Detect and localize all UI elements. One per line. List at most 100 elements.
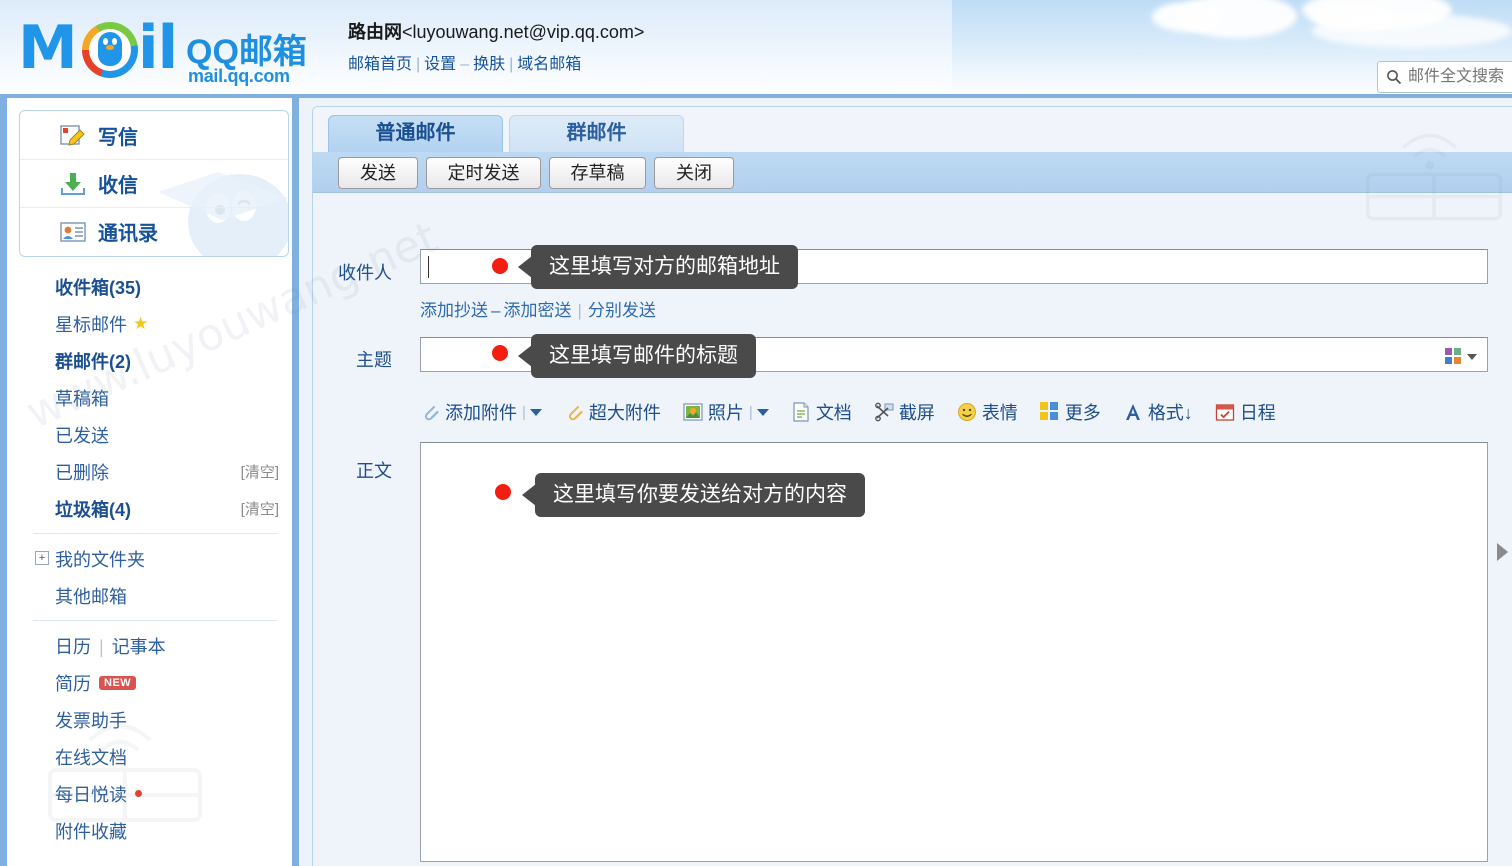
tool-separator: | [99, 636, 104, 657]
cloud-decoration [1152, 2, 1222, 32]
smiley-icon [957, 402, 977, 422]
tool-attachment-favorites[interactable]: 附件收藏 [19, 812, 287, 849]
photo-icon [683, 402, 703, 422]
folder-trash[interactable]: 垃圾箱(4) [清空] [19, 490, 287, 527]
link-skin[interactable]: 换肤 [473, 56, 505, 73]
send-separately-link[interactable]: 分别发送 [588, 301, 656, 320]
compose-toolbar: 发送 定时发送 存草稿 关闭 [313, 152, 1512, 193]
document-button[interactable]: 文档 [791, 399, 852, 425]
annotation-dot-subject [492, 345, 508, 361]
template-squares-icon[interactable] [1445, 348, 1477, 365]
screenshot-button[interactable]: 截屏 [874, 399, 935, 425]
tool-resume-label: 简历 [55, 673, 91, 694]
emoji-label: 表情 [981, 403, 1018, 423]
folder-group-mail-label: 群邮件(2) [55, 351, 131, 372]
folder-inbox[interactable]: 收件箱(35) [19, 268, 287, 305]
penguin-icon [98, 32, 122, 66]
more-button[interactable]: 更多 [1039, 399, 1101, 425]
annotation-callout-body: 这里填写你要发送给对方的内容 [522, 473, 865, 517]
expand-plus-icon[interactable]: + [35, 551, 49, 565]
folder-deleted[interactable]: 已删除 [清空] [19, 453, 287, 490]
tool-invoice-label: 发票助手 [55, 710, 127, 731]
tool-attachment-favorites-label: 附件收藏 [55, 821, 127, 842]
send-button[interactable]: 发送 [338, 157, 418, 189]
add-bcc-link[interactable]: 添加密送 [503, 301, 571, 320]
tools-calendar-notes[interactable]: 日历 | 记事本 [19, 627, 287, 664]
link-dash: – [460, 56, 470, 73]
annotation-dot-body [495, 484, 511, 500]
attach-file-button[interactable]: 添加附件 | [420, 399, 542, 425]
tool-notes-label[interactable]: 记事本 [112, 637, 166, 657]
more-label: 更多 [1064, 403, 1101, 423]
folder-sent[interactable]: 已发送 [19, 416, 287, 453]
sidebar-item-receive-label: 收信 [98, 175, 138, 197]
panel-expand-arrow-icon[interactable] [1497, 543, 1508, 561]
link-mail-home[interactable]: 邮箱首页 [348, 56, 412, 73]
account-display: 路由网<luyouwang.net@vip.qq.com> [348, 18, 644, 44]
sidebar-item-compose-label: 写信 [98, 126, 138, 149]
large-attachment-button[interactable]: 超大附件 [564, 399, 661, 425]
folder-drafts[interactable]: 草稿箱 [19, 379, 287, 416]
folder-group-mail[interactable]: 群邮件(2) [19, 342, 287, 379]
link-domain-mail[interactable]: 域名邮箱 [517, 56, 581, 73]
chevron-down-icon[interactable] [529, 408, 542, 416]
link-settings[interactable]: 设置 [424, 56, 456, 73]
format-button[interactable]: 格式↓ [1123, 399, 1193, 425]
document-label: 文档 [815, 403, 852, 423]
schedule-button[interactable]: 日程 [1215, 399, 1276, 425]
to-label: 收件人 [338, 263, 392, 283]
tool-resume[interactable]: 简历 NEW [19, 664, 287, 701]
qq-mail-logo[interactable]: M il QQ邮箱 mail.qq.com [18, 13, 328, 86]
grid-squares-icon [1039, 402, 1060, 422]
tool-online-docs-label: 在线文档 [55, 747, 127, 768]
body-label: 正文 [356, 461, 392, 481]
sidebar-item-receive[interactable]: 收信 [20, 159, 288, 207]
attach-file-label: 添加附件 [445, 403, 517, 423]
annotation-callout-subject: 这里填写邮件的标题 [518, 334, 756, 378]
tool-calendar-notes: 日历 | 记事本 [55, 633, 166, 659]
sidebar: 写信 收信 通讯录 收件箱(35) 星标邮件 ★ 群邮件(2) 草稿箱 已发送 … [0, 98, 292, 866]
tool-invoice-assistant[interactable]: 发票助手 [19, 701, 287, 738]
logo-letter-m: M [18, 13, 78, 83]
tab-normal-mail[interactable]: 普通邮件 [328, 115, 503, 152]
page-header: M il QQ邮箱 mail.qq.com 路由网<luyouwang.net@… [0, 0, 1512, 98]
folder-other-mailbox-label: 其他邮箱 [55, 586, 127, 607]
screenshot-label: 截屏 [898, 403, 935, 423]
folder-trash-clear[interactable]: [清空] [241, 498, 279, 519]
compose-tabs: 普通邮件 群邮件 [313, 107, 1512, 152]
toolbar-separator: | [522, 403, 526, 421]
tab-group-mail[interactable]: 群邮件 [509, 115, 684, 152]
tool-calendar-label[interactable]: 日历 [55, 637, 91, 657]
search-box[interactable] [1377, 61, 1512, 93]
photo-button[interactable]: 照片 | [683, 399, 769, 425]
search-input[interactable] [1406, 67, 1512, 87]
schedule-label: 日程 [1239, 403, 1276, 423]
link-separator: | [416, 56, 421, 73]
folder-other-mailbox[interactable]: 其他邮箱 [19, 577, 287, 614]
document-icon [791, 402, 811, 422]
emoji-button[interactable]: 表情 [957, 399, 1018, 425]
header-links: 邮箱首页 | 设置 – 换肤 | 域名邮箱 [348, 50, 581, 74]
folder-deleted-clear[interactable]: [清空] [241, 461, 279, 482]
tool-online-docs[interactable]: 在线文档 [19, 738, 287, 775]
paperclip-icon [564, 402, 584, 422]
new-badge: NEW [99, 675, 137, 690]
folder-trash-label: 垃圾箱(4) [55, 499, 131, 520]
sidebar-item-contacts[interactable]: 通讯录 [20, 207, 288, 255]
folder-inbox-label: 收件箱(35) [55, 277, 142, 298]
close-button[interactable]: 关闭 [654, 157, 734, 189]
folder-starred[interactable]: 星标邮件 ★ [19, 305, 287, 342]
account-email: <luyouwang.net@vip.qq.com> [402, 22, 645, 42]
sublink-separator: | [577, 301, 582, 320]
schedule-send-button[interactable]: 定时发送 [426, 157, 541, 189]
inbox-download-icon [60, 171, 86, 197]
tool-daily-reading[interactable]: 每日悦读 [19, 775, 287, 812]
save-draft-button[interactable]: 存草稿 [549, 157, 646, 189]
folder-my-folders-label: 我的文件夹 [55, 549, 145, 570]
search-icon [1387, 70, 1402, 85]
folder-divider [33, 620, 277, 621]
add-cc-link[interactable]: 添加抄送 [420, 301, 488, 320]
folder-my-folders[interactable]: + 我的文件夹 [19, 540, 287, 577]
sidebar-item-compose[interactable]: 写信 [20, 111, 288, 159]
chevron-down-icon[interactable] [756, 408, 769, 416]
